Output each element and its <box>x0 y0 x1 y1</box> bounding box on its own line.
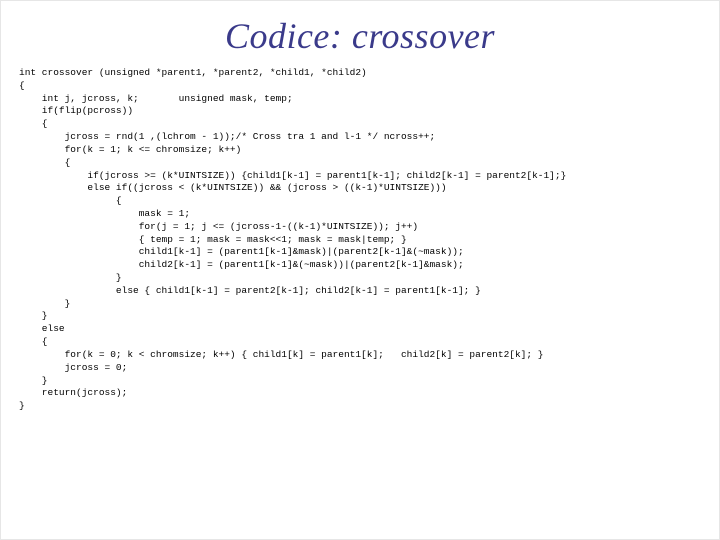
slide-title: Codice: crossover <box>19 15 701 57</box>
slide: Codice: crossover int crossover (unsigne… <box>0 0 720 540</box>
code-block: int crossover (unsigned *parent1, *paren… <box>19 67 701 413</box>
